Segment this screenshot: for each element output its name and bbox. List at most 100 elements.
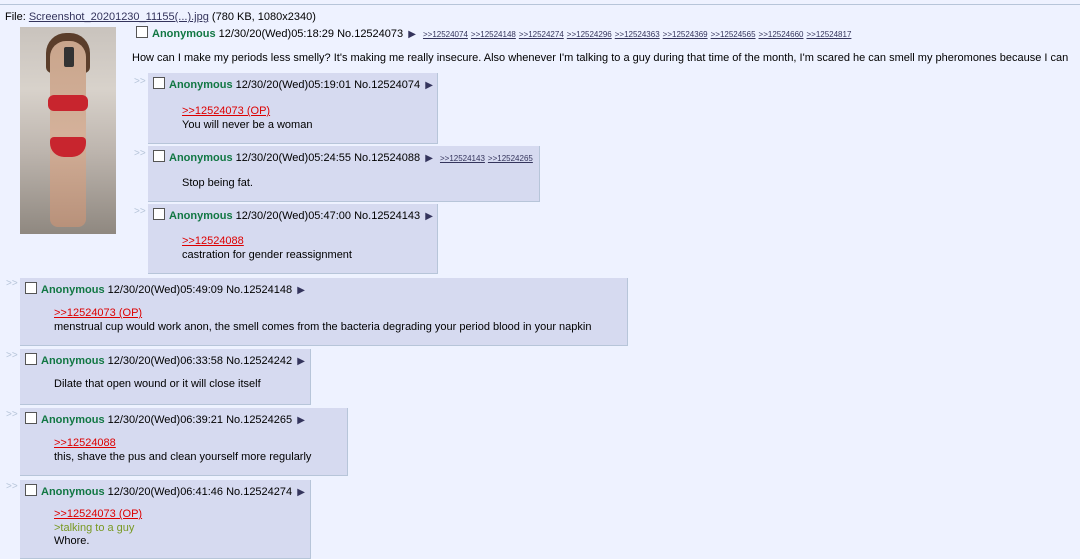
select-checkbox[interactable] [25, 412, 37, 424]
post-number[interactable]: No.12524088 [354, 152, 420, 164]
reply-arrows: >> [134, 206, 146, 217]
post-number[interactable]: No.12524274 [226, 486, 292, 498]
backlink[interactable]: >>12524660 [759, 30, 804, 39]
post-datetime: 12/30/20(Wed)06:39:21 [107, 414, 224, 426]
quote-link[interactable]: >>12524073 (OP) [54, 306, 591, 320]
poster-name: Anonymous [169, 79, 233, 91]
message-line: Whore. [54, 535, 90, 547]
select-checkbox[interactable] [153, 208, 165, 220]
reply-arrows: >> [6, 409, 18, 420]
backlink[interactable]: >>12524274 [519, 30, 564, 39]
file-prefix: File: [5, 11, 29, 23]
file-meta: (780 KB, 1080x2340) [208, 11, 316, 23]
reply-arrows: >> [134, 148, 146, 159]
reply-post: Anonymous 12/30/20(Wed)05:49:09 No.12524… [20, 278, 628, 346]
reply-body: Dilate that open wound or it will close … [54, 377, 261, 391]
quote-link[interactable]: >>12524088 [182, 234, 352, 248]
select-checkbox[interactable] [25, 353, 37, 365]
top-divider [0, 4, 1080, 5]
backlink[interactable]: >>12524817 [806, 30, 851, 39]
reply-header: Anonymous 12/30/20(Wed)06:33:58 No.12524… [25, 353, 305, 367]
reply-header: Anonymous 12/30/20(Wed)05:19:01 No.12524… [153, 77, 433, 91]
reply-body: Stop being fat. [182, 176, 253, 190]
quote-link[interactable]: >>12524088 [54, 436, 311, 450]
backlink[interactable]: >>12524363 [615, 30, 660, 39]
reply-post: Anonymous 12/30/20(Wed)05:19:01 No.12524… [148, 73, 438, 144]
reply-arrows: >> [6, 481, 18, 492]
file-link[interactable]: Screenshot_20201230_11155(...).jpg [29, 11, 209, 23]
reply-post: Anonymous 12/30/20(Wed)05:47:00 No.12524… [148, 204, 438, 274]
message-line: You will never be a woman [182, 119, 313, 131]
reply-header: Anonymous 12/30/20(Wed)06:39:21 No.12524… [25, 412, 305, 426]
op-thumbnail[interactable] [20, 27, 116, 234]
select-checkbox[interactable] [153, 77, 165, 89]
triangle-right-icon[interactable]: ▶ [297, 415, 305, 426]
reply-post: Anonymous 12/30/20(Wed)05:24:55 No.12524… [148, 146, 540, 202]
post-datetime: 12/30/20(Wed)05:47:00 [235, 210, 352, 222]
file-info: File: Screenshot_20201230_11155(...).jpg… [5, 11, 316, 23]
reply-post: Anonymous 12/30/20(Wed)06:33:58 No.12524… [20, 349, 311, 405]
reply-body: >>12524073 (OP) You will never be a woma… [182, 104, 312, 132]
reply-body: >>12524073 (OP) menstrual cup would work… [54, 306, 591, 334]
post-number[interactable]: No.12524242 [226, 355, 292, 367]
poster-name: Anonymous [41, 486, 105, 498]
op-backlinks: >>12524074 >>12524148 >>12524274 >>12524296… [423, 30, 854, 39]
backlink[interactable]: >>12524265 [488, 154, 533, 163]
select-checkbox[interactable] [25, 484, 37, 496]
backlink[interactable]: >>12524074 [423, 30, 468, 39]
select-checkbox[interactable] [153, 150, 165, 162]
backlink[interactable]: >>12524143 [440, 154, 485, 163]
reply-header: Anonymous 12/30/20(Wed)05:24:55 No.12524… [153, 150, 536, 164]
reply-post: Anonymous 12/30/20(Wed)06:41:46 No.12524… [20, 480, 311, 559]
triangle-right-icon[interactable]: ▶ [408, 29, 416, 40]
op-post-header: Anonymous 12/30/20(Wed)05:18:29 No.12524… [136, 26, 854, 40]
poster-name: Anonymous [41, 284, 105, 296]
greentext-line: >talking to a guy [54, 521, 135, 534]
poster-name: Anonymous [41, 355, 105, 367]
triangle-right-icon[interactable]: ▶ [297, 285, 305, 296]
post-number[interactable]: No.12524074 [354, 79, 420, 91]
post-datetime: 12/30/20(Wed)05:19:01 [235, 79, 352, 91]
triangle-right-icon[interactable]: ▶ [425, 80, 433, 91]
message-line: menstrual cup would work anon, the smell… [54, 321, 592, 333]
poster-name: Anonymous [169, 152, 233, 164]
post-number[interactable]: No.12524148 [226, 284, 292, 296]
post-datetime: 12/30/20(Wed)06:41:46 [107, 486, 224, 498]
reply-body: >>12524088 castration for gender reassig… [182, 234, 352, 262]
post-datetime: 12/30/20(Wed)06:33:58 [107, 355, 224, 367]
reply-body: >>12524073 (OP) >talking to a guy Whore. [54, 508, 142, 549]
reply-header: Anonymous 12/30/20(Wed)06:41:46 No.12524… [25, 484, 305, 498]
reply-arrows: >> [6, 350, 18, 361]
reply-arrows: >> [6, 278, 18, 289]
post-datetime: 12/30/20(Wed)05:24:55 [235, 152, 352, 164]
post-datetime: 12/30/20(Wed)05:18:29 [218, 28, 335, 40]
op-message: How can I make my periods less smelly? I… [132, 52, 1069, 64]
reply-arrows: >> [134, 76, 146, 87]
quote-link[interactable]: >>12524073 (OP) [54, 508, 142, 522]
backlink[interactable]: >>12524565 [711, 30, 756, 39]
triangle-right-icon[interactable]: ▶ [297, 356, 305, 367]
message-line: Stop being fat. [182, 177, 253, 189]
poster-name: Anonymous [169, 210, 233, 222]
reply-post: Anonymous 12/30/20(Wed)06:39:21 No.12524… [20, 408, 348, 476]
post-number[interactable]: No.12524073 [337, 28, 403, 40]
quote-link[interactable]: >>12524073 (OP) [182, 104, 312, 118]
backlink[interactable]: >>12524148 [471, 30, 516, 39]
triangle-right-icon[interactable]: ▶ [297, 487, 305, 498]
op-select-checkbox[interactable] [136, 26, 148, 38]
post-number[interactable]: No.12524265 [226, 414, 292, 426]
reply-header: Anonymous 12/30/20(Wed)05:49:09 No.12524… [25, 282, 305, 296]
backlink[interactable]: >>12524369 [663, 30, 708, 39]
poster-name: Anonymous [41, 414, 105, 426]
poster-name: Anonymous [152, 28, 216, 40]
triangle-right-icon[interactable]: ▶ [425, 211, 433, 222]
reply-backlinks: >>12524143 >>12524265 [440, 154, 536, 163]
triangle-right-icon[interactable]: ▶ [425, 153, 433, 164]
post-datetime: 12/30/20(Wed)05:49:09 [107, 284, 224, 296]
backlink[interactable]: >>12524296 [567, 30, 612, 39]
message-line: Dilate that open wound or it will close … [54, 378, 261, 390]
reply-header: Anonymous 12/30/20(Wed)05:47:00 No.12524… [153, 208, 433, 222]
select-checkbox[interactable] [25, 282, 37, 294]
post-number[interactable]: No.12524143 [354, 210, 420, 222]
message-line: this, shave the pus and clean yourself m… [54, 451, 312, 463]
